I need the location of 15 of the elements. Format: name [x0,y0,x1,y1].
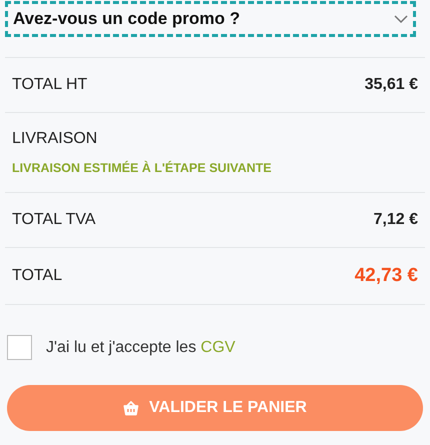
row-label: TOTAL [12,266,62,286]
promo-code-toggle[interactable]: Avez-vous un code promo ? [5,1,416,37]
row-label: LIVRAISON [12,129,98,150]
row-label: TOTAL TVA [12,210,96,230]
terms-text: J'ai lu et j'accepte les CGV [46,338,236,358]
chevron-icon [394,15,408,23]
total-value: 42,73 € [354,264,418,288]
row-label: TOTAL HT [12,75,88,95]
row-value: 7,12 € [374,210,418,230]
cgv-link[interactable]: CGV [200,338,236,356]
validate-cart-button[interactable]: VALIDER LE PANIER [7,385,423,431]
row-value: 35,61 € [364,75,418,95]
basket-icon [123,400,140,416]
delivery-note: LIVRAISON ESTIMÉE À L'ÉTAPE SUIVANTE [12,160,272,178]
terms-checkbox[interactable] [7,335,32,360]
